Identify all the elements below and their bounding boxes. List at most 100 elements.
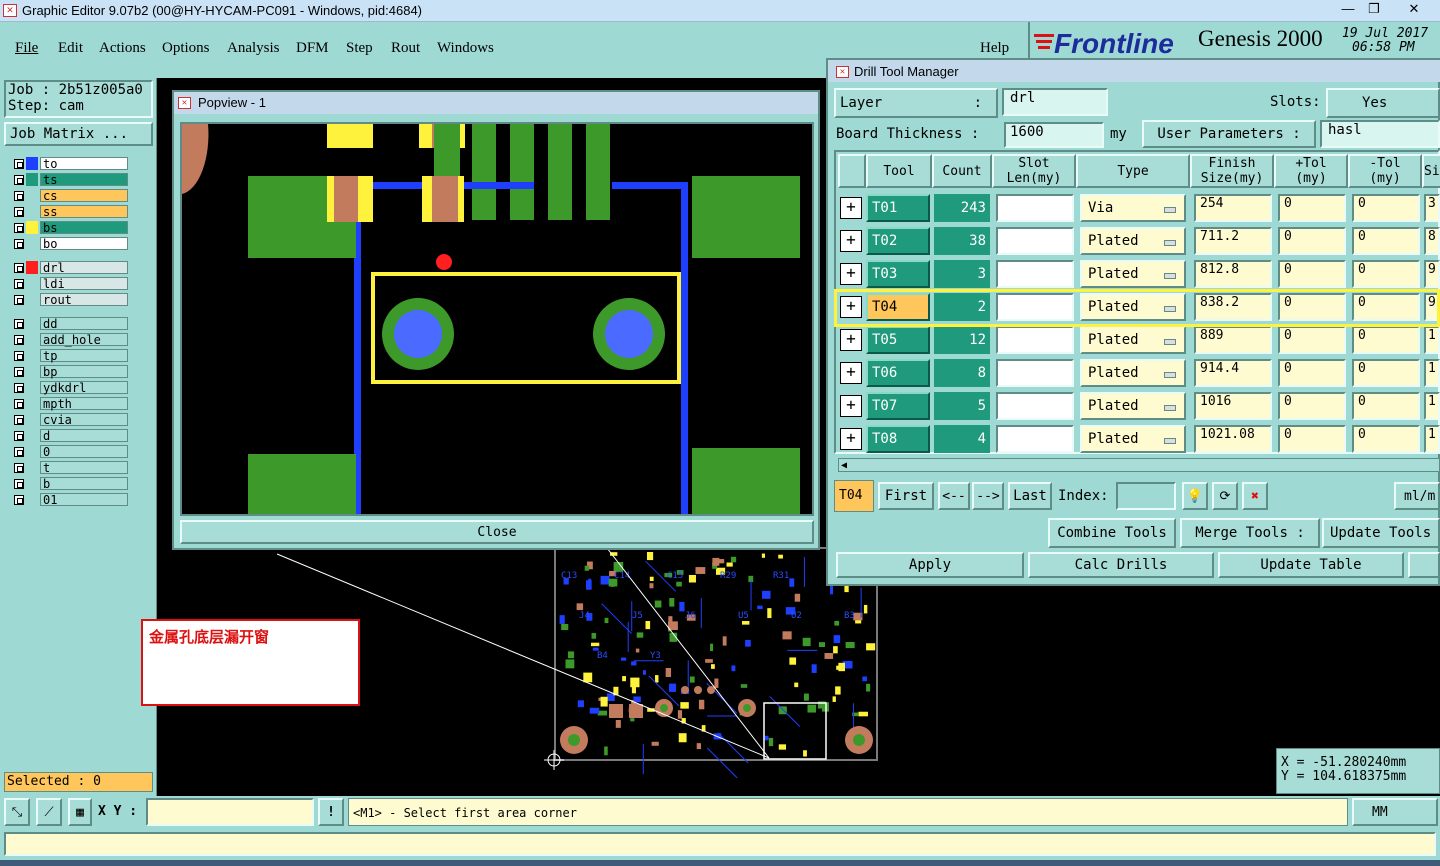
layer-checkbox[interactable] [14,430,24,441]
row-expand-icon[interactable]: + [840,263,862,285]
slot-len-input[interactable] [996,392,1074,420]
layer-checkbox[interactable] [14,318,24,329]
layer-checkbox[interactable] [14,222,24,233]
layer-name[interactable]: bp [40,365,128,379]
minus-tol-input[interactable]: 0 [1352,326,1420,354]
tool-button[interactable]: T01 [866,194,930,222]
layer-checkbox[interactable] [14,294,24,305]
layer-name[interactable]: dd [40,317,128,331]
layer-name[interactable]: ydkdrl [40,381,128,395]
tool-button[interactable]: T02 [866,227,930,255]
slot-len-input[interactable] [996,326,1074,354]
layer-row-ss[interactable]: ss [12,204,128,219]
layer-checkbox[interactable] [14,462,24,473]
row-expand-icon[interactable]: + [840,230,862,252]
layer-name[interactable]: rout [40,293,128,307]
index-input[interactable] [1116,482,1176,510]
scroll-left-icon[interactable]: ◀ [841,460,847,471]
measure-icon[interactable]: ⟋ [36,798,62,826]
minus-tol-input[interactable]: 0 [1352,359,1420,387]
type-select[interactable]: Plated [1080,359,1186,387]
grid-icon[interactable]: ▦ [68,798,92,826]
layer-checkbox[interactable] [14,238,24,249]
layer-checkbox[interactable] [14,446,24,457]
tool-button[interactable]: T03 [866,260,930,288]
plus-tol-input[interactable]: 0 [1278,359,1346,387]
plus-tol-input[interactable]: 0 [1278,260,1346,288]
menu-analysis[interactable]: Analysis [227,40,280,57]
layer-checkbox[interactable] [14,414,24,425]
layer-name[interactable]: bo [40,237,128,251]
layer-row-rout[interactable]: rout [12,292,128,307]
finish-size-input[interactable]: 914.4 [1194,359,1272,387]
layer-name[interactable]: bs [40,221,128,235]
minus-tol-input[interactable]: 0 [1352,194,1420,222]
finish-size-input[interactable]: 1016 [1194,392,1272,420]
plus-tol-input[interactable]: 0 [1278,227,1346,255]
type-select[interactable]: Plated [1080,260,1186,288]
layer-row-cvia[interactable]: cvia [12,412,128,427]
alert-icon[interactable]: ! [318,798,344,826]
layer-checkbox[interactable] [14,206,24,217]
units-toggle[interactable]: ml/m [1394,482,1440,510]
layer-checkbox[interactable] [14,366,24,377]
row-expand-icon[interactable]: + [840,329,862,351]
layer-row-01[interactable]: 01 [12,492,128,507]
slot-len-input[interactable] [996,227,1074,255]
menu-options[interactable]: Options [162,40,210,57]
layer-row-tp[interactable]: tp [12,348,128,363]
layer-name[interactable]: t [40,461,128,475]
prev-button[interactable]: <-- [938,482,970,510]
layer-row-ts[interactable]: ts [12,172,128,187]
layer-checkbox[interactable] [14,382,24,393]
slots-select[interactable]: Yes [1326,88,1440,118]
xy-input[interactable] [146,798,314,826]
layer-checkbox[interactable] [14,478,24,489]
menu-help[interactable]: Help [980,40,1009,57]
size-input[interactable]: 1 [1424,326,1440,354]
type-select[interactable]: Plated [1080,326,1186,354]
zoom-area-icon[interactable]: ⤡ [4,798,30,826]
popview-canvas[interactable] [180,122,814,516]
update-table-button[interactable]: Update Table [1218,552,1404,578]
layer-name[interactable]: d [40,429,128,443]
slot-len-input[interactable] [996,260,1074,288]
combine-tools-button[interactable]: Combine Tools [1048,518,1176,548]
layer-name[interactable]: mpth [40,397,128,411]
delete-icon[interactable]: ✖ [1242,482,1268,510]
finish-size-input[interactable]: 254 [1194,194,1272,222]
layer-row-d[interactable]: d [12,428,128,443]
layer-checkbox[interactable] [14,494,24,505]
layer-row-add_hole[interactable]: add_hole [12,332,128,347]
layer-row-ydkdrl[interactable]: ydkdrl [12,380,128,395]
layer-row-ldi[interactable]: ldi [12,276,128,291]
layer-row-bo[interactable]: bo [12,236,128,251]
slot-len-input[interactable] [996,359,1074,387]
layer-checkbox[interactable] [14,262,24,273]
minus-tol-input[interactable]: 0 [1352,260,1420,288]
layer-name[interactable]: tp [40,349,128,363]
next-button[interactable]: --> [972,482,1004,510]
menu-dfm[interactable]: DFM [296,40,329,57]
layer-name[interactable]: ldi [40,277,128,291]
table-hscrollbar[interactable]: ◀ [838,458,1440,472]
user-params-input[interactable]: hasl [1320,120,1440,148]
job-matrix-button[interactable]: Job Matrix ... [4,122,153,146]
tool-button[interactable]: T06 [866,359,930,387]
menu-step[interactable]: Step [346,40,373,57]
refresh-icon[interactable]: ⟳ [1212,482,1238,510]
plus-tol-input[interactable]: 0 [1278,194,1346,222]
tool-button[interactable]: T07 [866,392,930,420]
minus-tol-input[interactable]: 0 [1352,392,1420,420]
row-expand-icon[interactable]: + [840,362,862,384]
apply-button[interactable]: Apply [836,552,1024,578]
type-select[interactable]: Plated [1080,392,1186,420]
plus-tol-input[interactable]: 0 [1278,392,1346,420]
command-input[interactable] [4,832,1436,856]
layer-row-to[interactable]: to [12,156,128,171]
finish-size-input[interactable]: 711.2 [1194,227,1272,255]
layer-row-0[interactable]: 0 [12,444,128,459]
layer-checkbox[interactable] [14,190,24,201]
minus-tol-input[interactable]: 0 [1352,227,1420,255]
layer-row-drl[interactable]: drl [12,260,128,275]
